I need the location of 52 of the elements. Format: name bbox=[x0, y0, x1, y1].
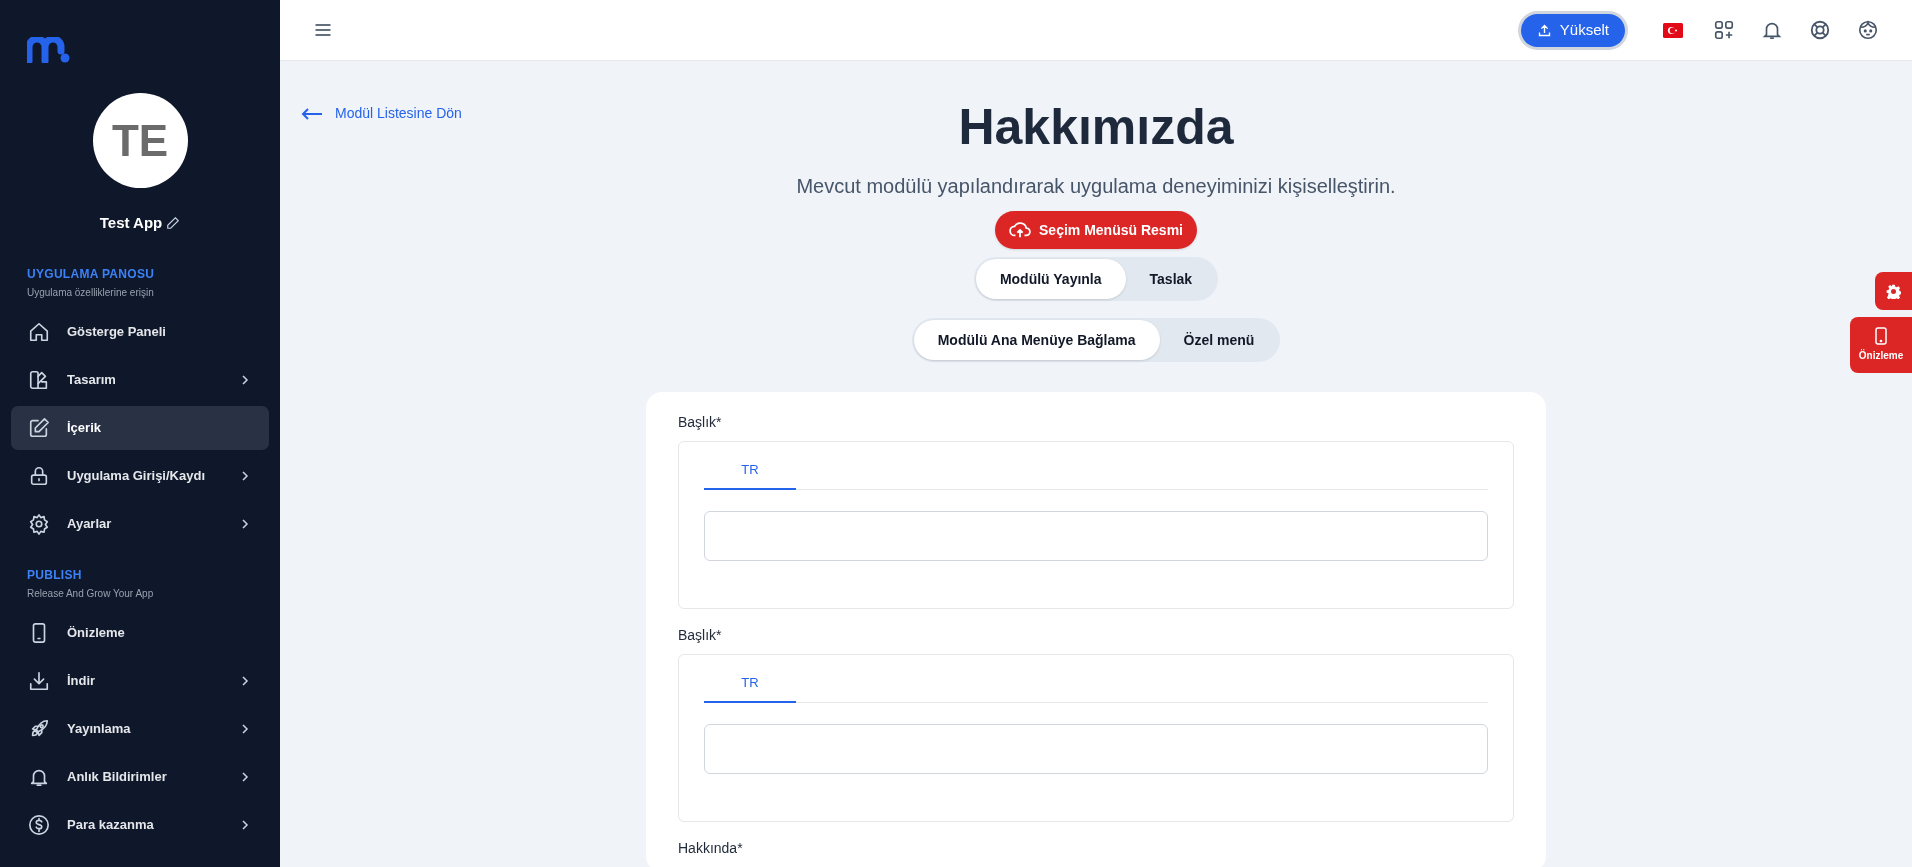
page-title: Hakkımızda bbox=[958, 98, 1234, 157]
page-subtitle: Mevcut modülü yapılandırarak uygulama deneyiminizi kişiselleştirin. bbox=[796, 174, 1396, 199]
settings-icon bbox=[28, 512, 50, 535]
logo-icon bbox=[27, 37, 71, 63]
sidebar-item[interactable]: Para kazanma bbox=[11, 802, 269, 847]
field-label: Başlık* bbox=[678, 413, 723, 432]
flag-icon[interactable] bbox=[1663, 22, 1683, 38]
upload-icon bbox=[1536, 22, 1552, 38]
download-icon bbox=[28, 669, 50, 692]
sidebar-item[interactable]: Anlık Bildirimler bbox=[11, 754, 269, 799]
app-name: Test App bbox=[99, 213, 163, 233]
upload-image-button[interactable]: Seçim Menüsü Resmi bbox=[995, 211, 1197, 249]
settings-icon bbox=[1886, 283, 1901, 299]
sidebar-item[interactable]: Uygulama Girişi/Kaydı bbox=[11, 453, 269, 498]
sidebar-item[interactable]: Tasarım bbox=[11, 357, 269, 402]
language-tab[interactable]: TR bbox=[704, 665, 796, 703]
palette-icon bbox=[28, 368, 50, 391]
edit-icon bbox=[28, 416, 50, 439]
settings-button[interactable] bbox=[1875, 272, 1912, 310]
lock-icon bbox=[28, 464, 50, 487]
toggle-option[interactable]: Modülü Ana Menüye Bağlama bbox=[913, 320, 1160, 360]
sidebar-item[interactable]: Ayarlar bbox=[11, 501, 269, 546]
toggle-option[interactable]: Taslak bbox=[1125, 259, 1217, 299]
sidebar-item[interactable]: İndir bbox=[11, 658, 269, 703]
section-title: UYGULAMA PANOSU bbox=[27, 265, 156, 283]
sidebar-item[interactable]: Yayınlama bbox=[11, 706, 269, 751]
text-input[interactable] bbox=[704, 511, 1488, 561]
apps-icon[interactable] bbox=[1713, 19, 1735, 41]
help-icon[interactable] bbox=[1809, 19, 1831, 41]
sidebar-item[interactable]: İçerik bbox=[11, 405, 269, 450]
section-title: PUBLISH bbox=[27, 566, 83, 584]
upgrade-button[interactable]: Yükselt bbox=[1520, 13, 1625, 47]
phone-icon bbox=[1875, 327, 1887, 345]
toggle-option[interactable]: Özel menü bbox=[1159, 320, 1279, 360]
back-link[interactable]: Modül Listesine Dön bbox=[301, 103, 462, 124]
pencil-icon[interactable] bbox=[166, 216, 181, 231]
home-icon bbox=[28, 320, 50, 343]
section-subtitle: Release And Grow Your App bbox=[27, 586, 155, 601]
cloud-upload-icon bbox=[1009, 221, 1032, 239]
section-subtitle: Uygulama özelliklerine erişin bbox=[27, 285, 155, 300]
text-input[interactable] bbox=[704, 724, 1488, 774]
preview-button[interactable]: Önizleme bbox=[1850, 317, 1912, 373]
field-label: Başlık* bbox=[678, 626, 723, 645]
sidebar-item[interactable]: Önizleme bbox=[11, 610, 269, 655]
field-label: Hakkında* bbox=[678, 839, 744, 858]
dollar-icon bbox=[28, 813, 50, 836]
avatar: TE bbox=[92, 93, 188, 188]
toggle-option[interactable]: Modülü Yayınla bbox=[975, 259, 1126, 299]
arrow-left-icon bbox=[301, 107, 323, 120]
sidebar-item[interactable]: Gösterge Paneli bbox=[11, 309, 269, 354]
face-icon[interactable] bbox=[1857, 19, 1879, 41]
language-tab[interactable]: TR bbox=[704, 452, 796, 490]
